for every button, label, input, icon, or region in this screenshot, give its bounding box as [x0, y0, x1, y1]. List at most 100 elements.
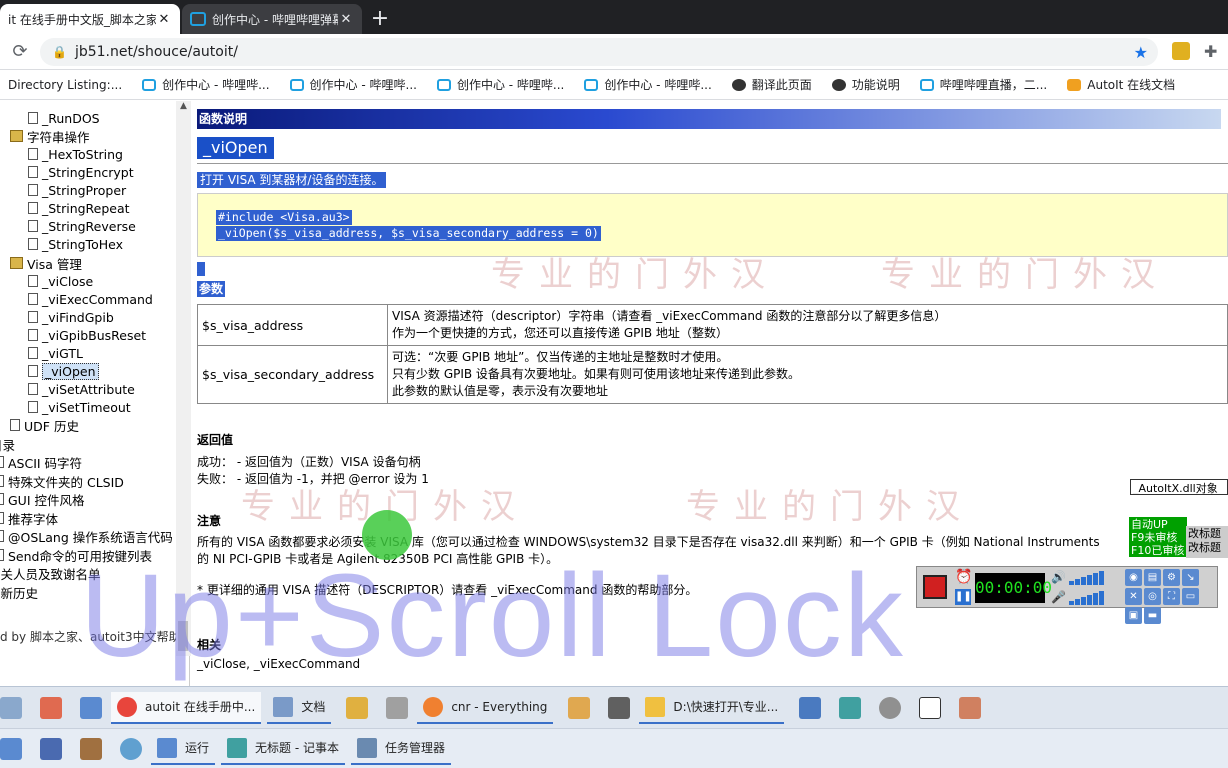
desktop-icon[interactable] — [0, 696, 22, 719]
panel-line: 自动UP — [1131, 518, 1168, 531]
url-text[interactable]: jb51.net/shouce/autoit/ — [75, 44, 238, 60]
network-icon[interactable] — [120, 737, 142, 760]
app-icon[interactable] — [40, 737, 62, 760]
tree-item-visettimeout[interactable]: _viSetTimeout — [28, 398, 131, 416]
close-icon[interactable]: ✕ — [156, 12, 172, 27]
tree-item-udf-history[interactable]: UDF 历史 — [10, 416, 79, 434]
tab-autoit-manual[interactable]: it 在线手册中文版_脚本之家 ✕ — [0, 4, 180, 34]
tree-item-vifindgpib[interactable]: _viFindGpib — [28, 308, 114, 326]
tree-item-send-keys[interactable]: Send命令的可用按键列表 — [0, 546, 152, 564]
search-tool-icon[interactable] — [346, 696, 369, 719]
tree-item-stringproper[interactable]: _StringProper — [28, 181, 126, 199]
tree-item-changelog[interactable]: 更新历史 — [0, 583, 38, 601]
taskbar-app-docs[interactable]: 文档 — [267, 692, 332, 724]
desktop-icon[interactable] — [0, 737, 22, 760]
bookmark-creator-1[interactable]: 创作中心 - 哔哩哔... — [134, 76, 281, 93]
bookmark-creator-2[interactable]: 创作中心 - 哔哩哔... — [282, 76, 429, 93]
bookmark-translate[interactable]: 翻译此页面 — [724, 76, 824, 93]
reload-icon[interactable]: ⟳ — [6, 41, 34, 62]
bookmark-star-icon[interactable]: ★ — [1134, 43, 1148, 62]
speaker-level-meter[interactable] — [1069, 571, 1117, 585]
taskbar-app-explorer[interactable]: D:\快速打开\专业... — [639, 692, 785, 724]
window-tool-icon[interactable] — [386, 696, 409, 719]
fullscreen-icon[interactable]: ⛶ — [1163, 588, 1180, 605]
pen-icon[interactable] — [959, 696, 982, 719]
tree-item-visetattribute[interactable]: _viSetAttribute — [28, 380, 135, 398]
auto-upload-panel[interactable]: 自动UP F9未审核 F10已审核 — [1129, 517, 1187, 557]
extension-icon[interactable] — [1172, 42, 1190, 60]
7zip-icon[interactable] — [919, 696, 942, 719]
watermark: 专业的门外汉 — [491, 255, 779, 295]
tree-item-hextostring[interactable]: _HexToString — [28, 145, 123, 163]
tree-item-viexeccommand[interactable]: _viExecCommand — [28, 290, 153, 308]
tree-item-viclose[interactable]: _viClose — [28, 272, 93, 290]
alarm-clock-icon[interactable]: ⏰ — [955, 569, 972, 585]
bookmark-creator-3[interactable]: 创作中心 - 哔哩哔... — [429, 76, 576, 93]
webcam-icon[interactable]: ◉ — [1125, 569, 1142, 586]
monitor-icon[interactable]: ▣ — [1125, 607, 1142, 624]
taskbar-app-everything[interactable]: cnr - Everything — [417, 692, 554, 724]
taskbar-app-chrome[interactable]: autoit 在线手册中... — [111, 691, 262, 724]
tree-item-toc[interactable]: 目录 — [0, 435, 15, 453]
minimize-icon[interactable]: ▬ — [1144, 607, 1161, 624]
bookmark-label: AutoIt 在线文档 — [1087, 78, 1176, 92]
mic-level-meter[interactable] — [1069, 591, 1117, 605]
folder-icon[interactable] — [568, 696, 591, 719]
app-icon[interactable] — [40, 696, 62, 719]
pause-button[interactable]: ❚❚ — [955, 589, 972, 605]
parameters-label: 参数 — [197, 281, 226, 297]
folder-icon[interactable]: ▤ — [1144, 569, 1161, 586]
sidebar-scrollbar[interactable]: ▲ — [176, 101, 191, 656]
tree-item-ascii[interactable]: ASCII 码字符 — [0, 453, 82, 471]
bookmark-directory-listing[interactable]: Directory Listing:... — [0, 78, 134, 92]
tree-item-viopen[interactable]: _viOpen — [28, 362, 99, 380]
tree-item-string-ops[interactable]: 字符串操作 — [10, 127, 90, 145]
rename-panel[interactable]: 改标题 改标题 — [1186, 526, 1228, 558]
bookmark-autoit-docs[interactable]: AutoIt 在线文档 — [1059, 76, 1187, 93]
tool-icon[interactable] — [799, 696, 822, 719]
document-icon — [28, 347, 38, 359]
scroll-up-icon[interactable]: ▲ — [176, 101, 191, 111]
gear-icon[interactable]: ⚙ — [1163, 569, 1180, 586]
tree-item-vigpibbusreset[interactable]: _viGpibBusReset — [28, 326, 146, 344]
tree-item-fonts[interactable]: 推荐字体 — [0, 509, 58, 527]
tree-item-stringreverse[interactable]: _StringReverse — [28, 217, 136, 235]
bookmark-creator-4[interactable]: 创作中心 - 哔哩哔... — [576, 76, 723, 93]
tree-item-vigtl[interactable]: _viGTL — [28, 344, 83, 362]
tab-bilibili-creator[interactable]: 创作中心 - 哔哩哔哩弹幕视频网 ✕ — [182, 4, 362, 34]
settings-icon[interactable] — [879, 696, 902, 719]
close-icon[interactable]: ✕ — [1125, 588, 1142, 605]
tree-item-rundos[interactable]: _RunDOS — [28, 109, 100, 127]
record-button[interactable] — [923, 575, 947, 599]
window-icon[interactable]: ▭ — [1182, 588, 1199, 605]
remarks-line: * 更详细的通用 VISA 描述符（DESCRIPTOR）请查看 _viExec… — [197, 583, 698, 597]
bookmark-live[interactable]: 哔哩哔哩直播，二... — [912, 76, 1059, 93]
calendar-icon[interactable] — [80, 737, 102, 760]
cursor-icon[interactable]: ↘ — [1182, 569, 1199, 586]
close-icon[interactable]: ✕ — [338, 12, 354, 27]
taskbar-app-notepad[interactable]: 无标题 - 记事本 — [221, 733, 345, 765]
puzzle-icon[interactable]: ✚ — [1204, 42, 1220, 61]
tree-item-stringencrypt[interactable]: _StringEncrypt — [28, 163, 134, 181]
tree-item-visa[interactable]: Visa 管理 — [10, 254, 82, 272]
bookmark-features[interactable]: 功能说明 — [824, 76, 912, 93]
microphone-icon[interactable]: 🎤 — [1051, 590, 1066, 604]
tree-item-stringtohex[interactable]: _StringToHex — [28, 235, 123, 253]
taskbar-app-taskmgr[interactable]: 任务管理器 — [350, 733, 451, 765]
scrollbar-thumb[interactable] — [178, 621, 188, 651]
edit-icon[interactable] — [80, 696, 102, 719]
tree-item-credits[interactable]: 相关人员及致谢名单 — [0, 564, 101, 582]
taskbar-app-run[interactable]: 运行 — [151, 733, 216, 765]
related-links[interactable]: _viClose, _viExecCommand — [197, 657, 360, 671]
tree-item-clsid[interactable]: 特殊文件夹的 CLSID — [0, 472, 124, 490]
omnibox[interactable]: 🔒 jb51.net/shouce/autoit/ ★ — [40, 38, 1158, 66]
tree-item-gui-styles[interactable]: GUI 控件风格 — [0, 490, 85, 508]
tree-item-stringrepeat[interactable]: _StringRepeat — [28, 199, 130, 217]
document-icon — [28, 383, 38, 395]
tree-item-oslang[interactable]: @OSLang 操作系统语言代码 — [0, 527, 173, 545]
film-icon[interactable] — [608, 696, 631, 719]
notepad-icon[interactable] — [839, 696, 862, 719]
new-tab-button[interactable]: + — [364, 4, 396, 34]
speaker-icon[interactable]: 🔊 — [1051, 570, 1066, 584]
record-region-icon[interactable]: ◎ — [1144, 588, 1161, 605]
